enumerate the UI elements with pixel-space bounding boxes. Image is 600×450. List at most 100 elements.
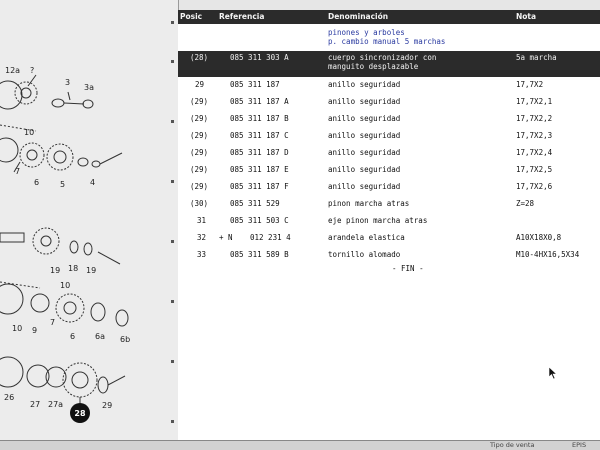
splitter-tick bbox=[171, 180, 174, 183]
callout-selected[interactable]: 28 bbox=[70, 403, 90, 423]
group-title-line: p. cambio manual 5 marchas bbox=[328, 37, 446, 46]
cell-denominacion: anillo seguridad bbox=[328, 114, 401, 123]
cell-nota: 5a marcha bbox=[516, 53, 557, 62]
callout[interactable]: 7 bbox=[15, 167, 20, 176]
cell-denominacion: anillo seguridad bbox=[328, 148, 401, 157]
cell-prefix: + N bbox=[219, 233, 233, 242]
cell-nota: 17,7X2 bbox=[516, 80, 544, 89]
callout[interactable]: 12a bbox=[5, 66, 20, 75]
cell-posic: (29) bbox=[190, 97, 209, 106]
splitter-tick bbox=[171, 420, 174, 423]
cell-denominacion: eje pinon marcha atras bbox=[328, 216, 428, 225]
callout[interactable]: 6 bbox=[34, 178, 39, 187]
cell-referencia: 085 311 187 E bbox=[230, 165, 289, 174]
table-row[interactable]: (29) 085 311 187 E anillo seguridad 17,7… bbox=[178, 163, 600, 180]
table-row[interactable]: (29) 085 311 187 D anillo seguridad 17,7… bbox=[178, 146, 600, 163]
cell-nota: 17,7X2,4 bbox=[516, 148, 553, 157]
cell-posic: (29) bbox=[190, 165, 209, 174]
callout[interactable]: 6 bbox=[70, 332, 75, 341]
cell-referencia: 085 311 303 A bbox=[230, 53, 289, 62]
cell-referencia: 085 311 187 C bbox=[230, 131, 289, 140]
table-row[interactable]: (29) 085 311 187 B anillo seguridad 17,7… bbox=[178, 112, 600, 129]
cell-posic: 33 bbox=[197, 250, 207, 259]
cell-nota: A10X18X0,8 bbox=[516, 233, 562, 242]
cell-referencia: 085 311 187 D bbox=[230, 148, 289, 157]
cell-denominacion: anillo seguridad bbox=[328, 97, 401, 106]
end-of-list-label: - FIN - bbox=[392, 264, 424, 273]
cell-nota: Z=28 bbox=[516, 199, 535, 208]
callout[interactable]: 5 bbox=[60, 180, 65, 189]
cell-nota: 17,7X2,6 bbox=[516, 182, 553, 191]
cell-posic: (28) bbox=[190, 53, 209, 62]
gearbox-exploded-drawing bbox=[0, 74, 129, 404]
exploded-diagram-panel[interactable]: 12a ? 3 3a 10 7 6 5 4 18 19 19 10 10 9 7… bbox=[0, 0, 167, 440]
cell-nota: 17,7X2,5 bbox=[516, 165, 553, 174]
splitter-tick bbox=[171, 360, 174, 363]
callout[interactable]: 3 bbox=[65, 78, 70, 87]
epis-window: 12a ? 3 3a 10 7 6 5 4 18 19 19 10 10 9 7… bbox=[0, 0, 600, 450]
status-bar: Tipo de venta EPIS bbox=[0, 440, 600, 450]
cell-denominacion: tornillo alomado bbox=[328, 250, 401, 259]
callout[interactable]: 27 bbox=[30, 400, 40, 409]
table-row-selected[interactable]: (28) 085 311 303 A cuerpo sincronizador … bbox=[178, 51, 600, 77]
callout[interactable]: 6b bbox=[120, 335, 130, 344]
status-sale-type[interactable]: Tipo de venta bbox=[490, 441, 534, 449]
cell-posic: (29) bbox=[190, 182, 209, 191]
cell-referencia: 085 311 529 bbox=[230, 199, 280, 208]
cell-referencia: 085 311 503 C bbox=[230, 216, 289, 225]
table-row[interactable]: 29 085 311 187 anillo seguridad 17,7X2 bbox=[178, 78, 600, 95]
cell-denominacion: anillo seguridad bbox=[328, 165, 401, 174]
cell-posic: (29) bbox=[190, 131, 209, 140]
table-row[interactable]: (30) 085 311 529 pinon marcha atras Z=28 bbox=[178, 197, 600, 214]
cell-denominacion: anillo seguridad bbox=[328, 131, 401, 140]
callout[interactable]: 10 bbox=[24, 128, 34, 137]
cell-referencia: 085 311 187 A bbox=[230, 97, 289, 106]
splitter-tick bbox=[171, 21, 174, 24]
callout[interactable]: 27a bbox=[48, 400, 63, 409]
callout[interactable]: 29 bbox=[102, 401, 112, 410]
table-row[interactable]: (29) 085 311 187 C anillo seguridad 17,7… bbox=[178, 129, 600, 146]
callout[interactable]: 3a bbox=[84, 83, 94, 92]
callout[interactable]: 7 bbox=[50, 318, 55, 327]
cell-denominacion: arandela elastica bbox=[328, 233, 405, 242]
parts-table: Posic Referencia Denominación Nota pinon… bbox=[178, 10, 600, 440]
callout[interactable]: 10 bbox=[12, 324, 22, 333]
table-row[interactable]: 32 + N 012 231 4 arandela elastica A10X1… bbox=[178, 231, 600, 248]
callout[interactable]: 4 bbox=[90, 178, 95, 187]
table-row[interactable]: (29) 085 311 187 A anillo seguridad 17,7… bbox=[178, 95, 600, 112]
cell-denominacion: cuerpo sincronizador con manguito despla… bbox=[328, 53, 437, 71]
cell-denominacion: anillo seguridad bbox=[328, 80, 401, 89]
splitter-tick bbox=[171, 240, 174, 243]
mouse-cursor-icon bbox=[548, 366, 558, 380]
callout[interactable]: 19 bbox=[50, 266, 60, 275]
table-header: Posic Referencia Denominación Nota bbox=[178, 10, 600, 24]
cell-referencia: 085 311 589 B bbox=[230, 250, 289, 259]
cell-nota: 17,7X2,3 bbox=[516, 131, 553, 140]
column-header-denominacion[interactable]: Denominación bbox=[328, 12, 388, 21]
callout[interactable]: 19 bbox=[86, 266, 96, 275]
callout[interactable]: 6a bbox=[95, 332, 105, 341]
callout[interactable]: 9 bbox=[32, 326, 37, 335]
cell-referencia: 012 231 4 bbox=[250, 233, 291, 242]
column-header-referencia[interactable]: Referencia bbox=[219, 12, 264, 21]
callout[interactable]: 18 bbox=[68, 264, 78, 273]
cell-referencia: 085 311 187 B bbox=[230, 114, 289, 123]
status-app-name: EPIS bbox=[572, 441, 587, 449]
table-row[interactable]: (29) 085 311 187 F anillo seguridad 17,7… bbox=[178, 180, 600, 197]
cell-posic: (29) bbox=[190, 114, 209, 123]
callout[interactable]: ? bbox=[30, 66, 34, 75]
callout[interactable]: 26 bbox=[4, 393, 14, 402]
cell-posic: 32 bbox=[197, 233, 207, 242]
cell-posic: 29 bbox=[195, 80, 205, 89]
table-row[interactable]: 31 085 311 503 C eje pinon marcha atras bbox=[178, 214, 600, 231]
cell-posic: (29) bbox=[190, 148, 209, 157]
column-header-posic[interactable]: Posic bbox=[180, 12, 202, 21]
cell-referencia: 085 311 187 F bbox=[230, 182, 289, 191]
table-row[interactable]: 33 085 311 589 B tornillo alomado M10-4H… bbox=[178, 248, 600, 265]
column-header-nota[interactable]: Nota bbox=[516, 12, 536, 21]
splitter-tick bbox=[171, 120, 174, 123]
cell-nota: M10-4HX16,5X34 bbox=[516, 250, 580, 259]
cell-referencia: 085 311 187 bbox=[230, 80, 280, 89]
callout[interactable]: 10 bbox=[60, 281, 70, 290]
cell-nota: 17,7X2,1 bbox=[516, 97, 553, 106]
